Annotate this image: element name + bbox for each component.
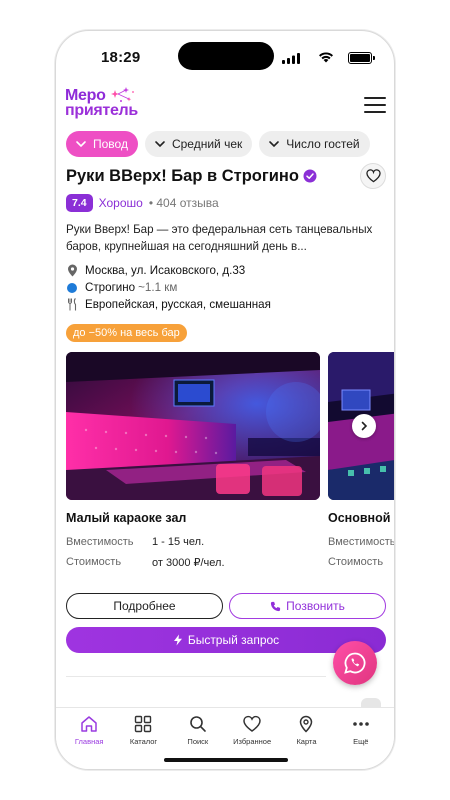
venue-title[interactable]: Руки ВВерх! Бар в Строгино (66, 163, 317, 189)
menu-button[interactable] (364, 97, 386, 113)
venue-description: Руки Вверх! Бар — это федеральная сеть т… (66, 223, 373, 253)
status-time: 18:29 (101, 49, 141, 66)
hall-list: Малый караоке зал Вместимость 1 - 15 чел… (66, 511, 395, 571)
venue-card: Руки ВВерх! Бар в Строгино 7.4 Хорошо • … (66, 163, 386, 342)
filter-chip-average-check[interactable]: Средний чек (144, 131, 253, 157)
promo-badge: до −50% на весь бар (66, 324, 187, 342)
hall-cost-row: Стоимость от 3000 ₽/чел. (66, 553, 320, 571)
wifi-icon (319, 52, 333, 63)
home-icon (81, 716, 97, 732)
rating-score: 7.4 (66, 194, 93, 212)
venue-cuisine: Европейская, русская, смешанная (85, 298, 271, 311)
hall-capacity-label: Вместимость (66, 536, 134, 548)
venue-title-row: Руки ВВерх! Бар в Строгино (66, 163, 386, 189)
map-pin-icon (300, 715, 313, 733)
tab-label: Карта (296, 737, 317, 746)
metro-distance: ~1.1 км (138, 281, 178, 294)
app-header: Меро приятель (56, 85, 394, 127)
status-bar: 18:29 (56, 31, 394, 85)
more-icon (352, 722, 369, 726)
hall-capacity-row: Вместимость 1 - 15 чел. (66, 533, 320, 551)
lightning-icon (173, 634, 182, 646)
phone-icon (271, 601, 281, 611)
rating-label: Хорошо (98, 196, 143, 210)
heart-icon (243, 715, 261, 732)
card-divider (66, 676, 326, 677)
tab-catalog[interactable]: Каталог (116, 708, 170, 769)
chevron-down-icon (76, 141, 86, 148)
cutlery-icon (67, 298, 76, 311)
menu-bar (364, 97, 386, 99)
dynamic-island (178, 42, 274, 70)
signal-icon (282, 53, 300, 64)
filter-chip-occasion[interactable]: Повод (66, 131, 138, 157)
venue-address: Москва, ул. Исаковского, д.33 (85, 264, 246, 277)
tab-label: Избранное (233, 737, 272, 746)
action-buttons: Подробнее Позвонить (66, 593, 386, 619)
reviews-count[interactable]: • 404 отзыва (149, 196, 219, 210)
hall-photo[interactable] (66, 352, 320, 500)
tab-label: Поиск (187, 737, 209, 746)
menu-bar (364, 104, 386, 106)
metro-row: Строгино ~1.1 км (66, 279, 386, 296)
whatsapp-icon (344, 652, 366, 674)
verified-badge-icon (303, 169, 317, 183)
gallery-next-button[interactable] (352, 414, 376, 438)
filter-chip-label: Число гостей (286, 137, 360, 151)
metro-station: Строгино (85, 281, 136, 294)
hall-cost-label: Стоимость (66, 556, 122, 568)
karaoke-hall-photo (66, 352, 320, 500)
address-row: Москва, ул. Исаковского, д.33 (66, 262, 386, 279)
search-icon (190, 716, 206, 732)
battery-icon (348, 52, 375, 64)
location-pin-icon (67, 264, 77, 277)
whatsapp-button[interactable] (333, 641, 377, 685)
venue-info: Москва, ул. Исаковского, д.33 Строгино ~… (66, 262, 386, 313)
hall-name: Малый караоке зал (66, 511, 187, 525)
filter-chips: Повод Средний чек Число гостей (66, 131, 394, 157)
logo-stars-icon (111, 87, 134, 102)
cuisine-row: Европейская, русская, смешанная (66, 296, 386, 313)
tab-more[interactable]: Ещё (334, 708, 388, 769)
chevron-down-icon (269, 141, 280, 148)
hall-capacity-row: Вместимость (328, 533, 395, 551)
call-button[interactable]: Позвонить (229, 593, 386, 619)
tab-label: Каталог (129, 737, 158, 746)
menu-bar (364, 111, 386, 113)
hall-cost-value: от 3000 ₽/чел. (152, 556, 225, 569)
filter-chip-label: Повод (93, 137, 128, 151)
chevron-right-icon (361, 421, 368, 431)
hall-cost-label: Стоимость (328, 556, 384, 568)
details-button-label: Подробнее (113, 599, 176, 613)
tab-label: Ещё (353, 737, 369, 746)
grid-icon (135, 715, 152, 733)
heart-icon (365, 169, 381, 183)
hall-capacity-label: Вместимость (328, 536, 395, 548)
tab-home[interactable]: Главная (62, 708, 116, 769)
details-button[interactable]: Подробнее (66, 593, 223, 619)
reviews-count-text: 404 отзыва (156, 196, 219, 210)
hall-card[interactable]: Основной Вместимость Стоимость (328, 511, 395, 571)
app-logo[interactable]: Меро приятель (65, 87, 155, 124)
filter-chip-label: Средний чек (171, 137, 243, 151)
hall-name: Основной (328, 511, 391, 525)
filter-chip-guests[interactable]: Число гостей (259, 131, 370, 157)
phone-screen: 18:29 Меро приятель Повод Средний чек Чи… (55, 30, 395, 770)
call-button-label: Позвонить (286, 599, 345, 613)
quick-request-label: Быстрый запрос (187, 633, 280, 647)
hall-capacity-value: 1 - 15 чел. (152, 536, 205, 548)
hall-cost-row: Стоимость (328, 553, 394, 571)
hall-gallery[interactable] (66, 352, 394, 500)
venue-title-text: Руки ВВерх! Бар в Строгино (66, 167, 299, 185)
chevron-down-icon (155, 141, 165, 148)
rating-row: 7.4 Хорошо • 404 отзыва (66, 193, 386, 213)
favorite-button[interactable] (360, 163, 386, 189)
metro-line-icon (67, 282, 77, 293)
hall-card[interactable]: Малый караоке зал Вместимость 1 - 15 чел… (66, 511, 320, 571)
home-indicator (164, 758, 288, 762)
tab-label: Главная (74, 737, 104, 746)
